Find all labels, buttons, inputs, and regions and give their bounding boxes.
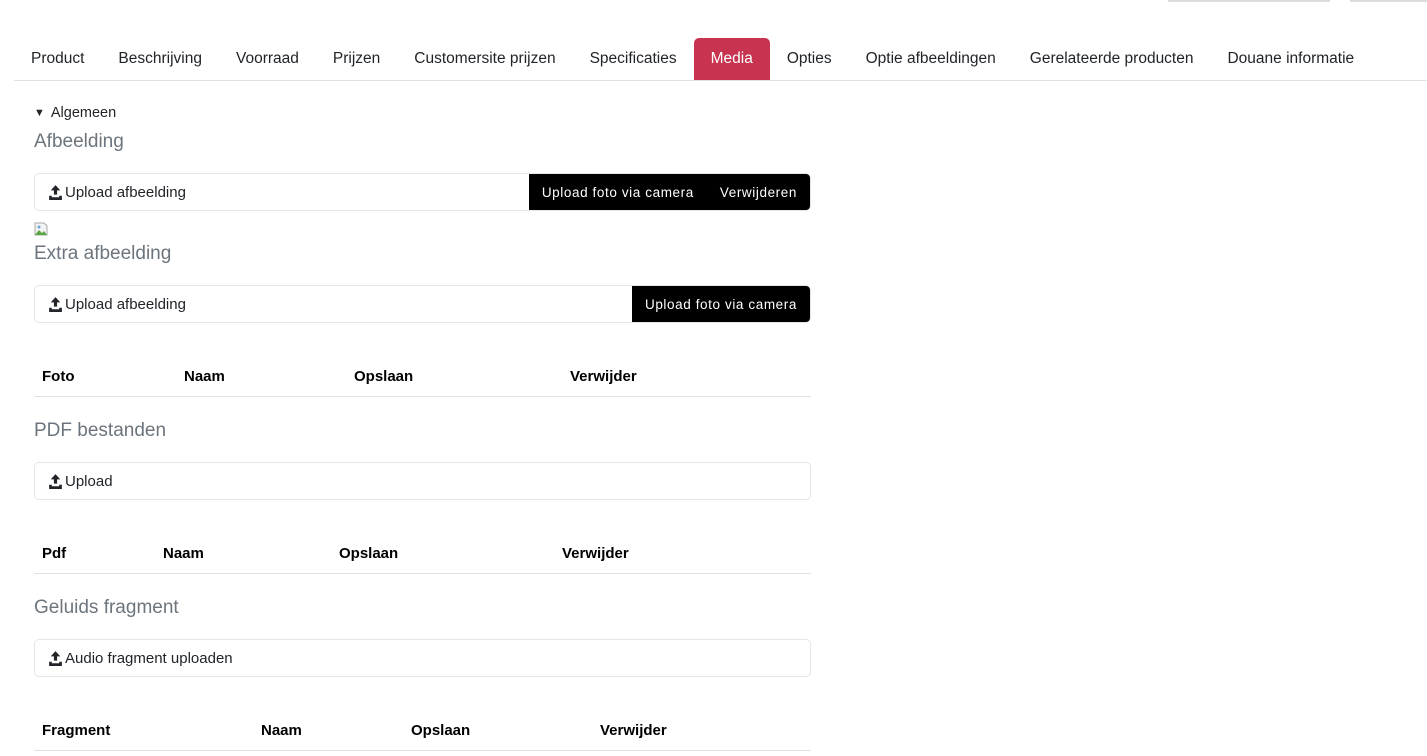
tab-prijzen[interactable]: Prijzen	[316, 38, 397, 80]
column-header-naam: Naam	[261, 722, 302, 739]
pdf-table-header: Pdf Naam Opslaan Verwijder	[34, 536, 811, 574]
image-button-group: Upload foto via camera Verwijderen	[528, 174, 810, 210]
tab-customersite-prijzen[interactable]: Customersite prijzen	[397, 38, 572, 80]
tab-product[interactable]: Product	[14, 38, 101, 80]
section-title-extra-afbeelding: Extra afbeelding	[34, 243, 172, 264]
pdf-upload-button[interactable]: Upload	[35, 463, 810, 499]
tab-opties[interactable]: Opties	[770, 38, 849, 80]
extra-image-upload-label: Upload afbeelding	[65, 295, 186, 313]
tab-optie-afbeeldingen[interactable]: Optie afbeeldingen	[849, 38, 1013, 80]
extra-image-camera-upload-button[interactable]: Upload foto via camera	[631, 286, 810, 322]
algemeen-toggle[interactable]: ▼ Algemeen	[34, 105, 116, 121]
tab-gerelateerde-producten[interactable]: Gerelateerde producten	[1013, 38, 1211, 80]
upload-icon	[49, 473, 62, 489]
pdf-upload-field: Upload	[34, 462, 811, 500]
image-camera-upload-button[interactable]: Upload foto via camera	[528, 174, 707, 210]
algemeen-label: Algemeen	[50, 105, 117, 121]
top-right-control-edge-2	[1350, 0, 1427, 2]
column-header-opslaan: Opslaan	[411, 722, 471, 739]
top-right-control-edge	[1168, 0, 1330, 2]
pdf-upload-label: Upload	[65, 472, 113, 490]
tab-voorraad[interactable]: Voorraad	[219, 38, 316, 80]
column-header-verwijder: Verwijder	[562, 545, 629, 562]
column-header-verwijder: Verwijder	[570, 368, 637, 385]
column-header-pdf: Pdf	[42, 545, 67, 562]
broken-image-icon	[34, 222, 48, 236]
tab-media[interactable]: Media	[693, 38, 770, 80]
upload-icon	[49, 650, 62, 666]
audio-table-header: Fragment Naam Opslaan Verwijder	[34, 713, 811, 751]
audio-upload-label: Audio fragment uploaden	[65, 649, 233, 667]
extra-image-table-header: Foto Naam Opslaan Verwijder	[34, 359, 811, 397]
section-title-geluids-fragment: Geluids fragment	[34, 597, 179, 618]
column-header-naam: Naam	[184, 368, 225, 385]
extra-image-upload-field: Upload afbeelding Upload foto via camera	[34, 285, 811, 323]
image-delete-button[interactable]: Verwijderen	[706, 174, 810, 210]
column-header-foto: Foto	[42, 368, 75, 385]
extra-image-upload-button[interactable]: Upload afbeelding	[35, 286, 632, 322]
triangle-down-icon: ▼	[34, 107, 45, 119]
upload-icon	[49, 184, 62, 200]
column-header-opslaan: Opslaan	[354, 368, 414, 385]
audio-upload-field: Audio fragment uploaden	[34, 639, 811, 677]
audio-upload-button[interactable]: Audio fragment uploaden	[35, 640, 810, 676]
tab-douane-informatie[interactable]: Douane informatie	[1210, 38, 1371, 80]
image-upload-field: Upload afbeelding Upload foto via camera…	[34, 173, 811, 211]
tab-beschrijving[interactable]: Beschrijving	[101, 38, 219, 80]
image-upload-label: Upload afbeelding	[65, 183, 186, 201]
column-header-fragment: Fragment	[42, 722, 111, 739]
column-header-naam: Naam	[163, 545, 204, 562]
section-title-pdf: PDF bestanden	[34, 420, 167, 441]
extra-image-button-group: Upload foto via camera	[631, 286, 810, 322]
image-upload-button[interactable]: Upload afbeelding	[35, 174, 529, 210]
upload-icon	[49, 296, 62, 312]
column-header-verwijder: Verwijder	[600, 722, 667, 739]
section-title-afbeelding: Afbeelding	[34, 131, 124, 152]
tab-specificaties[interactable]: Specificaties	[573, 38, 694, 80]
column-header-opslaan: Opslaan	[339, 545, 399, 562]
product-tabs: Product Beschrijving Voorraad Prijzen Cu…	[14, 38, 1427, 81]
